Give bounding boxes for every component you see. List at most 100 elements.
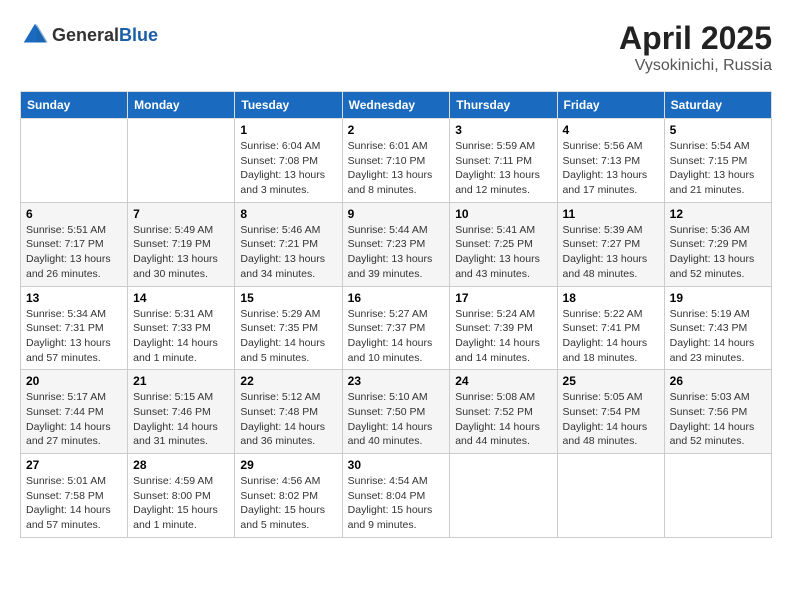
day-number: 21 (133, 374, 229, 388)
calendar-cell: 13Sunrise: 5:34 AM Sunset: 7:31 PM Dayli… (21, 286, 128, 370)
day-number: 16 (348, 291, 445, 305)
calendar-cell: 26 Sunrise: 5:03 AM Sunset: 7:56 PM Dayli… (664, 370, 771, 454)
day-number: 29 (240, 458, 336, 472)
day-info: Sunrise: 5:29 AM Sunset: 7:35 PM Dayligh… (240, 307, 336, 366)
day-number: 30 (348, 458, 445, 472)
calendar-cell: 17 Sunrise: 5:24 AM Sunset: 7:39 PM Dayli… (450, 286, 557, 370)
page-header: GeneralBlue April 2025 Vysokinichi, Russ… (20, 20, 772, 75)
calendar-cell: 25 Sunrise: 5:05 AM Sunset: 7:54 PM Dayli… (557, 370, 664, 454)
calendar-week-row: 20 Sunrise: 5:17 AM Sunset: 7:44 PM Dayli… (21, 370, 772, 454)
day-number: 7 (133, 207, 229, 221)
day-number: 11 (563, 207, 659, 221)
calendar-cell: 12Sunrise: 5:36 AM Sunset: 7:29 PM Dayli… (664, 202, 771, 286)
calendar-cell: 5 Sunrise: 5:54 AM Sunset: 7:15 PM Daylig… (664, 119, 771, 203)
calendar-header-thursday: Thursday (450, 92, 557, 119)
day-number: 26 (670, 374, 766, 388)
calendar-cell: 7 Sunrise: 5:49 AM Sunset: 7:19 PM Daylig… (128, 202, 235, 286)
day-info: Sunrise: 5:51 AM Sunset: 7:17 PM Dayligh… (26, 223, 122, 282)
month-title: April 2025 (619, 20, 772, 57)
calendar-week-row: 27Sunrise: 5:01 AM Sunset: 7:58 PM Dayli… (21, 454, 772, 538)
day-number: 25 (563, 374, 659, 388)
calendar-cell: 19 Sunrise: 5:19 AM Sunset: 7:43 PM Dayli… (664, 286, 771, 370)
day-info: Sunrise: 5:41 AM Sunset: 7:25 PM Dayligh… (455, 223, 551, 282)
day-info: Sunrise: 5:59 AM Sunset: 7:11 PM Dayligh… (455, 139, 551, 198)
calendar-header-row: SundayMondayTuesdayWednesdayThursdayFrid… (21, 92, 772, 119)
title-area: April 2025 Vysokinichi, Russia (619, 20, 772, 75)
day-number: 10 (455, 207, 551, 221)
day-info: Sunrise: 5:05 AM Sunset: 7:54 PM Dayligh… (563, 390, 659, 449)
calendar-cell: 23 Sunrise: 5:10 AM Sunset: 7:50 PM Dayli… (342, 370, 450, 454)
calendar-cell: 20 Sunrise: 5:17 AM Sunset: 7:44 PM Dayli… (21, 370, 128, 454)
calendar-cell: 6 Sunrise: 5:51 AM Sunset: 7:17 PM Daylig… (21, 202, 128, 286)
day-info: Sunrise: 4:56 AM Sunset: 8:02 PM Dayligh… (240, 474, 336, 533)
day-number: 17 (455, 291, 551, 305)
calendar-cell (664, 454, 771, 538)
calendar-cell: 22 Sunrise: 5:12 AM Sunset: 7:48 PM Dayli… (235, 370, 342, 454)
day-info: Sunrise: 6:01 AM Sunset: 7:10 PM Dayligh… (348, 139, 445, 198)
day-number: 20 (26, 374, 122, 388)
day-number: 15 (240, 291, 336, 305)
logo-blue: Blue (119, 25, 158, 45)
day-info: Sunrise: 5:17 AM Sunset: 7:44 PM Dayligh… (26, 390, 122, 449)
logo-general: General (52, 25, 119, 45)
calendar-cell: 21 Sunrise: 5:15 AM Sunset: 7:46 PM Dayli… (128, 370, 235, 454)
calendar-cell: 27Sunrise: 5:01 AM Sunset: 7:58 PM Dayli… (21, 454, 128, 538)
calendar-cell (450, 454, 557, 538)
day-number: 22 (240, 374, 336, 388)
calendar-cell: 30 Sunrise: 4:54 AM Sunset: 8:04 PM Dayli… (342, 454, 450, 538)
calendar-header-saturday: Saturday (664, 92, 771, 119)
day-number: 24 (455, 374, 551, 388)
day-info: Sunrise: 4:54 AM Sunset: 8:04 PM Dayligh… (348, 474, 445, 533)
day-info: Sunrise: 5:49 AM Sunset: 7:19 PM Dayligh… (133, 223, 229, 282)
day-info: Sunrise: 5:15 AM Sunset: 7:46 PM Dayligh… (133, 390, 229, 449)
logo-icon (20, 20, 50, 50)
calendar-cell (128, 119, 235, 203)
calendar-week-row: 6 Sunrise: 5:51 AM Sunset: 7:17 PM Daylig… (21, 202, 772, 286)
day-number: 14 (133, 291, 229, 305)
calendar-header-monday: Monday (128, 92, 235, 119)
calendar-header-tuesday: Tuesday (235, 92, 342, 119)
day-info: Sunrise: 4:59 AM Sunset: 8:00 PM Dayligh… (133, 474, 229, 533)
calendar-cell: 24 Sunrise: 5:08 AM Sunset: 7:52 PM Dayli… (450, 370, 557, 454)
day-number: 3 (455, 123, 551, 137)
calendar-cell: 28Sunrise: 4:59 AM Sunset: 8:00 PM Dayli… (128, 454, 235, 538)
day-number: 4 (563, 123, 659, 137)
calendar-cell: 8 Sunrise: 5:46 AM Sunset: 7:21 PM Daylig… (235, 202, 342, 286)
day-info: Sunrise: 5:19 AM Sunset: 7:43 PM Dayligh… (670, 307, 766, 366)
day-info: Sunrise: 5:34 AM Sunset: 7:31 PM Dayligh… (26, 307, 122, 366)
day-info: Sunrise: 6:04 AM Sunset: 7:08 PM Dayligh… (240, 139, 336, 198)
calendar-cell: 1 Sunrise: 6:04 AM Sunset: 7:08 PM Daylig… (235, 119, 342, 203)
calendar-header-wednesday: Wednesday (342, 92, 450, 119)
day-info: Sunrise: 5:46 AM Sunset: 7:21 PM Dayligh… (240, 223, 336, 282)
calendar-cell: 18Sunrise: 5:22 AM Sunset: 7:41 PM Dayli… (557, 286, 664, 370)
day-number: 18 (563, 291, 659, 305)
day-info: Sunrise: 5:08 AM Sunset: 7:52 PM Dayligh… (455, 390, 551, 449)
calendar-cell (21, 119, 128, 203)
day-number: 19 (670, 291, 766, 305)
calendar-cell: 11 Sunrise: 5:39 AM Sunset: 7:27 PM Dayli… (557, 202, 664, 286)
calendar-cell: 3 Sunrise: 5:59 AM Sunset: 7:11 PM Daylig… (450, 119, 557, 203)
day-info: Sunrise: 5:24 AM Sunset: 7:39 PM Dayligh… (455, 307, 551, 366)
calendar-cell (557, 454, 664, 538)
day-info: Sunrise: 5:12 AM Sunset: 7:48 PM Dayligh… (240, 390, 336, 449)
day-number: 27 (26, 458, 122, 472)
day-info: Sunrise: 5:31 AM Sunset: 7:33 PM Dayligh… (133, 307, 229, 366)
day-info: Sunrise: 5:39 AM Sunset: 7:27 PM Dayligh… (563, 223, 659, 282)
logo: GeneralBlue (20, 20, 158, 50)
day-number: 8 (240, 207, 336, 221)
day-number: 5 (670, 123, 766, 137)
day-number: 6 (26, 207, 122, 221)
calendar-cell: 9Sunrise: 5:44 AM Sunset: 7:23 PM Daylig… (342, 202, 450, 286)
calendar-cell: 14 Sunrise: 5:31 AM Sunset: 7:33 PM Dayli… (128, 286, 235, 370)
day-number: 23 (348, 374, 445, 388)
calendar-cell: 4 Sunrise: 5:56 AM Sunset: 7:13 PM Daylig… (557, 119, 664, 203)
day-number: 1 (240, 123, 336, 137)
location-title: Vysokinichi, Russia (619, 57, 772, 75)
day-info: Sunrise: 5:54 AM Sunset: 7:15 PM Dayligh… (670, 139, 766, 198)
day-info: Sunrise: 5:56 AM Sunset: 7:13 PM Dayligh… (563, 139, 659, 198)
calendar-header-sunday: Sunday (21, 92, 128, 119)
day-info: Sunrise: 5:10 AM Sunset: 7:50 PM Dayligh… (348, 390, 445, 449)
calendar-week-row: 13Sunrise: 5:34 AM Sunset: 7:31 PM Dayli… (21, 286, 772, 370)
calendar-cell: 16Sunrise: 5:27 AM Sunset: 7:37 PM Dayli… (342, 286, 450, 370)
day-info: Sunrise: 5:03 AM Sunset: 7:56 PM Dayligh… (670, 390, 766, 449)
